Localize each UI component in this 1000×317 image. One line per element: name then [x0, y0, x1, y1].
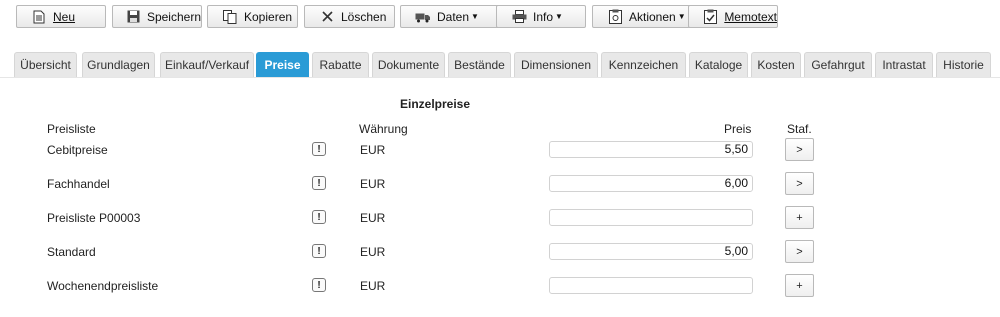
copy-icon [222, 9, 238, 25]
tab-gefahrgut[interactable]: Gefahrgut [804, 52, 872, 77]
actions-menu-button[interactable]: Aktionen ▼ [592, 5, 698, 28]
warning-icon[interactable]: ! [312, 176, 326, 190]
clipboard-gear-icon [607, 9, 623, 25]
tab-uebersicht[interactable]: Übersicht [14, 52, 77, 77]
price-input[interactable]: 5,00 [549, 243, 753, 260]
add-staffel-button[interactable]: + [785, 274, 814, 297]
tab-dokumente[interactable]: Dokumente [372, 52, 445, 77]
data-menu-button[interactable]: Daten ▼ [400, 5, 506, 28]
truck-icon [415, 9, 431, 25]
tab-rabatte[interactable]: Rabatte [312, 52, 369, 77]
currency-value: EUR [360, 279, 386, 293]
delete-button[interactable]: Löschen [304, 5, 395, 28]
staffel-button[interactable]: > [785, 138, 814, 161]
header-staf: Staf. [787, 122, 812, 136]
caret-down-icon: ▼ [471, 12, 479, 21]
tab-divider [0, 77, 1000, 78]
data-menu-label: Daten [437, 9, 470, 24]
save-button-label: Speichern [146, 9, 201, 24]
info-menu-button[interactable]: Info ▼ [496, 5, 586, 28]
tab-einkauf-verkauf[interactable]: Einkauf/Verkauf [160, 52, 254, 77]
staffel-button[interactable]: > [785, 172, 814, 195]
new-button[interactable]: Neu [16, 5, 106, 28]
caret-down-icon: ▼ [677, 12, 686, 21]
price-input[interactable] [549, 209, 753, 226]
actions-menu-label: Aktionen [629, 9, 676, 24]
copy-button[interactable]: Kopieren [207, 5, 298, 28]
memo-button[interactable]: Memotext [688, 5, 778, 28]
tab-dimensionen[interactable]: Dimensionen [514, 52, 598, 77]
delete-button-label: Löschen [341, 9, 387, 24]
warning-icon[interactable]: ! [312, 142, 326, 156]
copy-button-label: Kopieren [244, 9, 293, 24]
tab-grundlagen[interactable]: Grundlagen [82, 52, 155, 77]
header-price: Preis [724, 122, 752, 136]
close-x-icon [319, 9, 335, 25]
price-input[interactable]: 6,00 [549, 175, 753, 192]
pricelist-name: Wochenendpreisliste [47, 279, 159, 293]
document-icon [31, 9, 47, 25]
staffel-button[interactable]: > [785, 240, 814, 263]
warning-icon[interactable]: ! [312, 210, 326, 224]
floppy-disk-icon [127, 9, 141, 25]
currency-value: EUR [360, 245, 386, 259]
pricelist-name: Standard [47, 245, 96, 259]
price-input[interactable] [549, 277, 753, 294]
tab-intrastat[interactable]: Intrastat [875, 52, 933, 77]
pricelist-name: Preisliste P00003 [47, 211, 141, 225]
tab-kataloge[interactable]: Kataloge [689, 52, 748, 77]
clipboard-check-icon [703, 9, 718, 25]
memo-button-label: Memotext [724, 9, 777, 24]
pricelist-name: Cebitpreise [47, 143, 108, 157]
tab-preise[interactable]: Preise [256, 52, 309, 77]
printer-icon [511, 9, 527, 25]
info-menu-label: Info [533, 9, 554, 24]
section-title: Einzelpreise [400, 97, 471, 111]
header-currency: Währung [359, 122, 408, 136]
tab-historie[interactable]: Historie [936, 52, 991, 77]
currency-value: EUR [360, 211, 386, 225]
tab-bestaende[interactable]: Bestände [448, 52, 511, 77]
tab-kosten[interactable]: Kosten [751, 52, 801, 77]
tab-kennzeichen[interactable]: Kennzeichen [601, 52, 686, 77]
caret-down-icon: ▼ [555, 12, 563, 21]
save-button[interactable]: Speichern [112, 5, 202, 28]
warning-icon[interactable]: ! [312, 278, 326, 292]
currency-value: EUR [360, 177, 386, 191]
price-input[interactable]: 5,50 [549, 141, 753, 158]
pricelist-name: Fachhandel [47, 177, 110, 191]
new-button-label: Neu [53, 9, 76, 24]
currency-value: EUR [360, 143, 386, 157]
add-staffel-button[interactable]: + [785, 206, 814, 229]
warning-icon[interactable]: ! [312, 244, 326, 258]
header-pricelist: Preisliste [47, 122, 96, 136]
